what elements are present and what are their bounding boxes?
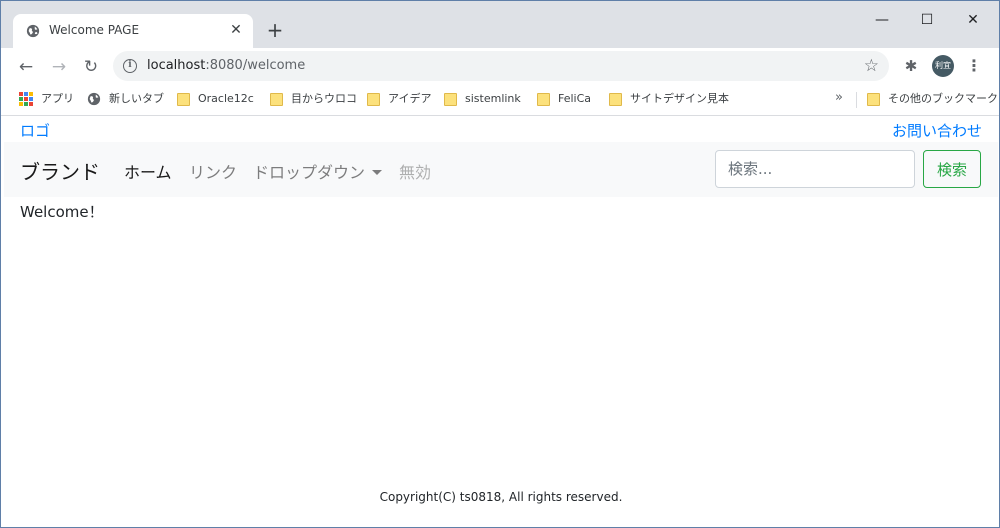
nav-link[interactable]: リンク — [189, 159, 237, 183]
chevron-double-right-icon[interactable]: » — [835, 90, 843, 105]
globe-icon — [87, 92, 101, 106]
bookmark-label: FeliCa — [558, 92, 592, 105]
bookmark-label: 新しいタブ — [109, 92, 164, 105]
folder-icon — [270, 92, 283, 106]
folder-icon — [177, 92, 190, 106]
folder-icon — [537, 92, 550, 106]
search-button[interactable]: 検索 — [923, 150, 981, 188]
bookmark-felica[interactable]: FeliCa — [537, 92, 591, 110]
bookmark-sistemlink[interactable]: sistemlink — [444, 92, 521, 110]
tab-title: Welcome PAGE — [49, 23, 140, 37]
tab-welcome[interactable]: Welcome PAGE ✕ — [13, 14, 253, 48]
address-bar[interactable]: i localhost:8080/welcome ☆ — [113, 51, 889, 81]
browser-toolbar: ← → ↻ i localhost:8080/welcome ☆ ✱ 利宜 ⋮ — [1, 48, 999, 86]
apps-grid-icon — [19, 92, 33, 106]
nav-dropdown[interactable]: ドロップダウン — [253, 159, 383, 183]
minimize-button[interactable]: — — [871, 9, 893, 31]
bookmark-label: その他のブックマーク — [888, 92, 998, 105]
bookmark-site-design[interactable]: サイトデザイン見本 — [609, 92, 729, 110]
page-content: ロゴ お問い合わせ ブランド ホーム リンク ドロップダウン 無効 検索 Wel… — [4, 117, 998, 527]
bookmark-label: アイデア — [388, 92, 432, 105]
footer-copyright: Copyright(C) ts0818, All rights reserved… — [379, 490, 623, 504]
bookmarks-bar: アプリ 新しいタブ Oracle12c 目からウロコ アイデア sistemli… — [1, 86, 999, 116]
bookmark-other[interactable]: その他のブックマーク — [867, 92, 998, 110]
welcome-text: Welcome！ — [20, 203, 104, 221]
navbar: ブランド ホーム リンク ドロップダウン 無効 検索 — [4, 142, 998, 197]
browser-menu-icon[interactable]: ⋮ — [966, 55, 982, 77]
nav-home[interactable]: ホーム — [124, 159, 172, 183]
bookmark-mekara-uroko[interactable]: 目からウロコ — [270, 92, 357, 110]
bookmark-idea[interactable]: アイデア — [367, 92, 431, 110]
browser-window: Welcome PAGE ✕ + — ☐ ✕ ← → ↻ i localhost… — [0, 0, 1000, 528]
url-path: :8080/welcome — [205, 58, 306, 73]
bookmark-new-tab[interactable]: 新しいタブ — [87, 92, 164, 110]
profile-avatar[interactable]: 利宜 — [932, 55, 954, 77]
extensions-icon[interactable]: ✱ — [901, 56, 921, 76]
navbar-brand[interactable]: ブランド — [20, 156, 100, 185]
tab-strip: Welcome PAGE ✕ + — ☐ ✕ — [1, 1, 999, 48]
maximize-button[interactable]: ☐ — [916, 9, 938, 31]
nav-dropdown-label: ドロップダウン — [253, 163, 366, 182]
bookmark-star-icon[interactable]: ☆ — [864, 56, 879, 76]
folder-icon — [367, 92, 380, 106]
globe-icon — [26, 24, 40, 38]
folder-icon — [609, 92, 622, 106]
bookmark-apps[interactable]: アプリ — [19, 92, 74, 110]
bookmark-oracle12c[interactable]: Oracle12c — [177, 92, 254, 110]
contact-link[interactable]: お問い合わせ — [892, 120, 982, 141]
bookmark-label: サイトデザイン見本 — [630, 92, 729, 105]
folder-icon — [444, 92, 457, 106]
close-tab-icon[interactable]: ✕ — [228, 22, 244, 38]
logo-link[interactable]: ロゴ — [20, 120, 50, 141]
bookmark-label: 目からウロコ — [291, 92, 357, 105]
url-host: localhost — [147, 58, 206, 73]
info-icon[interactable]: i — [123, 59, 137, 73]
bookmark-label: Oracle12c — [198, 92, 254, 105]
folder-icon — [867, 92, 880, 106]
reload-button[interactable]: ↻ — [78, 54, 104, 80]
new-tab-button[interactable]: + — [263, 19, 287, 43]
forward-button[interactable]: → — [46, 54, 72, 80]
bookmark-label: アプリ — [41, 92, 74, 105]
nav-disabled: 無効 — [399, 163, 432, 182]
caret-down-icon — [372, 170, 383, 175]
search-input[interactable] — [715, 150, 915, 188]
url-text[interactable]: localhost:8080/welcome — [147, 58, 305, 73]
divider — [856, 92, 857, 108]
back-button[interactable]: ← — [13, 54, 39, 80]
close-window-button[interactable]: ✕ — [962, 9, 984, 31]
bookmark-label: sistemlink — [465, 92, 521, 105]
